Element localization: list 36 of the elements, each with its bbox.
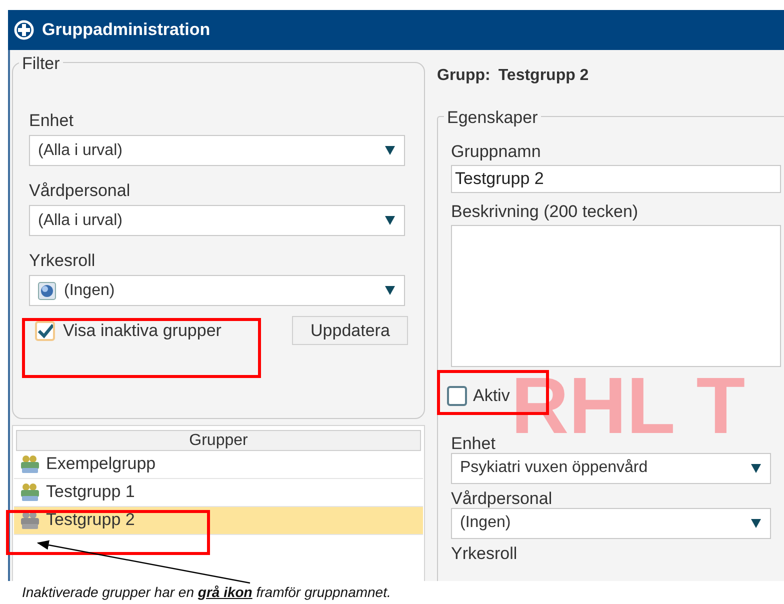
environment-watermark: RHL T bbox=[511, 366, 746, 446]
cross-icon bbox=[14, 20, 34, 40]
checkbox[interactable] bbox=[447, 386, 467, 406]
caret-icon bbox=[750, 518, 762, 528]
checkbox-label: Aktiv bbox=[473, 385, 510, 407]
people-icon bbox=[20, 482, 40, 502]
dropdown[interactable]: (Alla i urval) bbox=[29, 135, 405, 166]
dropdown[interactable]: (Ingen) bbox=[451, 508, 771, 538]
field-label: Vårdpersonal bbox=[451, 488, 554, 508]
field-label: Yrkesroll bbox=[29, 250, 96, 272]
people-icon bbox=[20, 454, 40, 474]
caret-icon bbox=[750, 462, 762, 474]
ball-icon bbox=[38, 282, 56, 300]
caret-icon bbox=[384, 145, 396, 156]
field-label: Beskrivning (200 tecken) bbox=[451, 201, 640, 223]
heading-label: Grupp: bbox=[437, 66, 490, 86]
caret-icon bbox=[384, 215, 396, 226]
group-row[interactable]: Testgrupp 1 bbox=[14, 478, 423, 507]
dropdown[interactable]: (Ingen) bbox=[29, 275, 405, 306]
field-label: Enhet bbox=[451, 432, 496, 452]
field-label: Enhet bbox=[29, 110, 74, 132]
people-icon bbox=[20, 510, 40, 530]
dropdown[interactable]: Psykiatri vuxen öppenvård bbox=[451, 452, 771, 484]
group-row[interactable]: Testgrupp 2 bbox=[14, 506, 423, 535]
text-field[interactable]: Testgrupp 2 bbox=[451, 165, 781, 193]
checkbox-label: Visa inaktiva grupper bbox=[63, 320, 222, 342]
field-label: Gruppnamn bbox=[451, 141, 542, 163]
dropdown[interactable]: (Alla i urval) bbox=[29, 205, 405, 236]
window-title: Gruppadministration bbox=[42, 19, 210, 42]
field-label: Vårdpersonal bbox=[29, 180, 132, 202]
update-button[interactable]: Uppdatera bbox=[292, 316, 408, 345]
heading-value: Testgrupp 2 bbox=[498, 66, 589, 86]
field-label: Yrkesroll bbox=[451, 542, 518, 562]
group-row[interactable]: Exempelgrupp bbox=[14, 450, 423, 479]
list-header: Grupper bbox=[16, 430, 421, 451]
caret-icon bbox=[384, 285, 396, 296]
